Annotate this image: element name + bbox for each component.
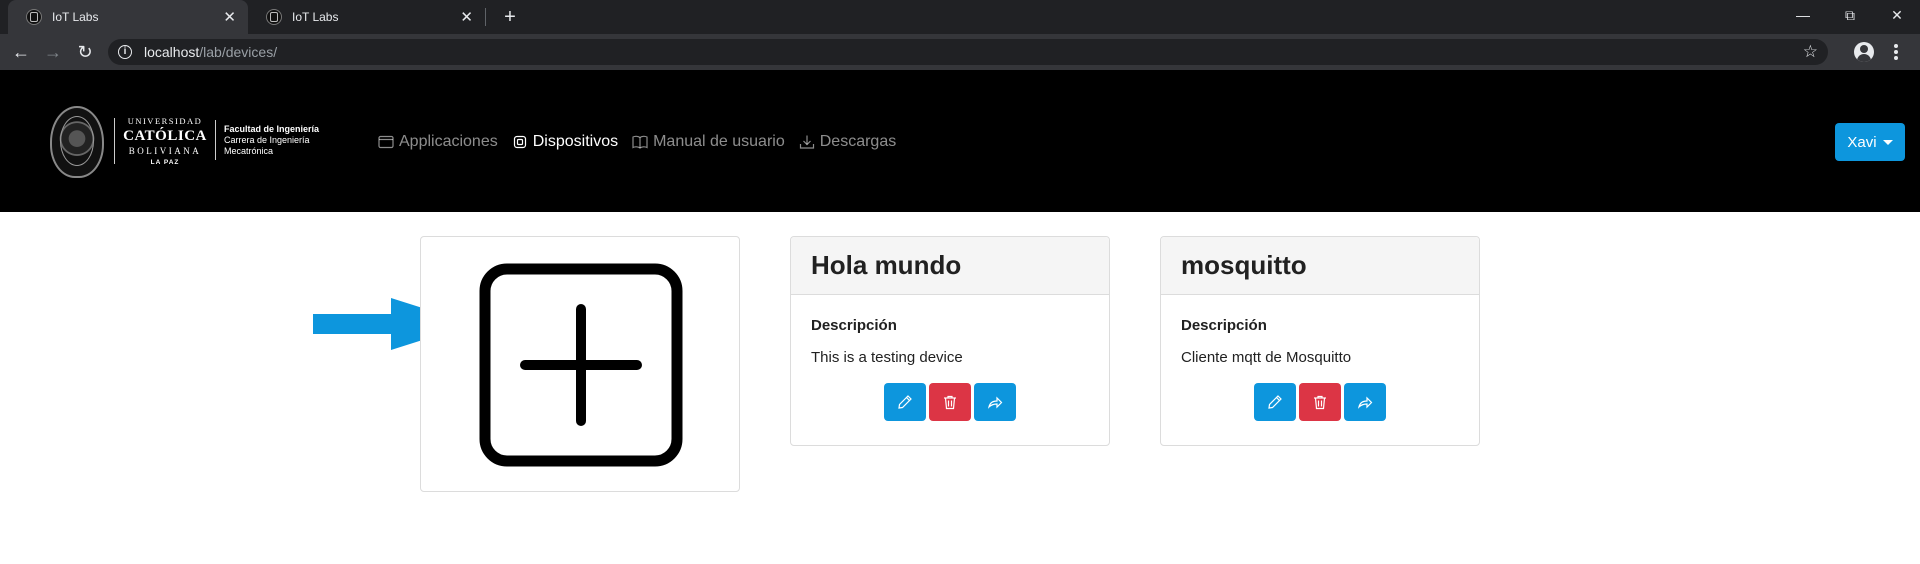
browser-tabstrip: IoT Labs ✕ IoT Labs ✕ + — ⧉ ✕ xyxy=(0,0,1920,34)
nav-descargas[interactable]: Descargas xyxy=(799,133,896,151)
device-card: mosquitto Descripción Cliente mqtt de Mo… xyxy=(1160,236,1480,446)
device-card-header: mosquitto xyxy=(1161,237,1479,295)
url-path: /lab/devices/ xyxy=(199,44,278,60)
minimize-icon[interactable]: — xyxy=(1780,0,1826,30)
device-card-header: Hola mundo xyxy=(791,237,1109,295)
nav-dispositivos[interactable]: Dispositivos xyxy=(512,133,618,151)
nav-label: Descargas xyxy=(819,133,897,150)
browser-tab-active[interactable]: IoT Labs ✕ xyxy=(8,0,248,34)
url-host: localhost xyxy=(144,44,200,60)
back-arrow-icon[interactable]: ← xyxy=(9,40,33,64)
share-device-button[interactable] xyxy=(1344,383,1386,421)
edit-device-button[interactable] xyxy=(884,383,926,421)
reload-icon[interactable]: ↻ xyxy=(73,40,97,64)
share-arrow-icon xyxy=(1357,396,1373,409)
site-favicon-icon xyxy=(266,9,282,25)
tab-separator xyxy=(485,8,486,26)
university-logo-text: UNIVERSIDAD CATÓLICA BOLIVIANA LA PAZ xyxy=(122,117,208,166)
browser-tab[interactable]: IoT Labs ✕ xyxy=(248,0,485,34)
logo-line-1: UNIVERSIDAD xyxy=(127,116,203,126)
profile-avatar-icon[interactable] xyxy=(1854,42,1874,62)
add-square-plus-icon[interactable] xyxy=(479,263,683,467)
address-bar[interactable]: i localhost/lab/devices/ ☆ xyxy=(108,39,1828,65)
device-card-body: Descripción This is a testing device xyxy=(791,295,1109,441)
trash-icon xyxy=(944,395,956,410)
logo-line-4: LA PAZ xyxy=(150,158,180,166)
delete-device-button[interactable] xyxy=(929,383,971,421)
close-icon[interactable]: ✕ xyxy=(460,10,473,25)
logo-divider xyxy=(114,118,115,164)
description-label: Descripción xyxy=(811,317,897,334)
device-actions xyxy=(1181,383,1459,421)
share-device-button[interactable] xyxy=(974,383,1016,421)
user-menu-button[interactable]: Xavi xyxy=(1835,123,1905,161)
university-seal-logo[interactable] xyxy=(50,106,104,178)
faculty-text: Facultad de Ingeniería Carrera de Ingeni… xyxy=(224,124,319,156)
description-text: This is a testing device xyxy=(811,349,963,366)
tab-title: IoT Labs xyxy=(292,10,339,24)
edit-device-button[interactable] xyxy=(1254,383,1296,421)
browser-toolbar: ← → ↻ i localhost/lab/devices/ ☆ xyxy=(0,34,1920,70)
restore-icon[interactable]: ⧉ xyxy=(1827,0,1873,30)
forward-arrow-icon[interactable]: → xyxy=(41,40,65,64)
bookmark-star-icon[interactable]: ☆ xyxy=(1803,42,1818,62)
site-favicon-icon xyxy=(26,9,42,25)
nav-label: Manual de usuario xyxy=(653,133,785,150)
site-navbar: UNIVERSIDAD CATÓLICA BOLIVIANA LA PAZ Fa… xyxy=(0,70,1920,212)
device-actions xyxy=(811,383,1089,421)
browser-menu-icon[interactable] xyxy=(1893,42,1899,62)
logo-line-3: BOLIVIANA xyxy=(128,145,202,156)
device-card: Hola mundo Descripción This is a testing… xyxy=(790,236,1110,446)
logo-line-2: CATÓLICA xyxy=(123,127,207,144)
delete-device-button[interactable] xyxy=(1299,383,1341,421)
nav-label: Dispositivos xyxy=(532,133,619,150)
add-device-card[interactable] xyxy=(420,236,740,492)
close-icon[interactable]: ✕ xyxy=(223,10,236,25)
window-icon xyxy=(378,134,394,150)
description-text: Cliente mqtt de Mosquitto xyxy=(1181,349,1352,366)
faculty-name: Facultad de Ingeniería xyxy=(224,124,320,134)
new-tab-plus-icon[interactable]: + xyxy=(498,5,522,29)
device-name: mosquitto xyxy=(1181,250,1307,280)
trash-icon xyxy=(1314,395,1326,410)
download-icon xyxy=(799,134,815,150)
book-icon xyxy=(632,134,648,150)
pencil-icon xyxy=(1268,395,1282,409)
device-card-body: Descripción Cliente mqtt de Mosquitto xyxy=(1161,295,1479,441)
logo-divider xyxy=(215,120,216,160)
share-arrow-icon xyxy=(987,396,1003,409)
main-nav: Applicaciones Dispositivos Manual de usu… xyxy=(378,131,910,153)
caret-down-icon xyxy=(1882,139,1893,145)
device-name: Hola mundo xyxy=(811,250,962,280)
career-line-2: Mecatrónica xyxy=(224,145,274,156)
nav-manual-de-usuario[interactable]: Manual de usuario xyxy=(632,133,785,151)
description-label: Descripción xyxy=(1181,317,1267,334)
tab-title: IoT Labs xyxy=(52,10,99,24)
nav-applicaciones[interactable]: Applicaciones xyxy=(378,133,498,151)
chip-icon xyxy=(512,134,528,150)
career-line-1: Carrera de Ingeniería xyxy=(224,134,310,145)
pencil-icon xyxy=(898,395,912,409)
nav-label: Applicaciones xyxy=(399,133,498,150)
info-icon[interactable]: i xyxy=(118,45,132,59)
user-name: Xavi xyxy=(1847,133,1877,151)
window-close-icon[interactable]: ✕ xyxy=(1874,0,1920,30)
